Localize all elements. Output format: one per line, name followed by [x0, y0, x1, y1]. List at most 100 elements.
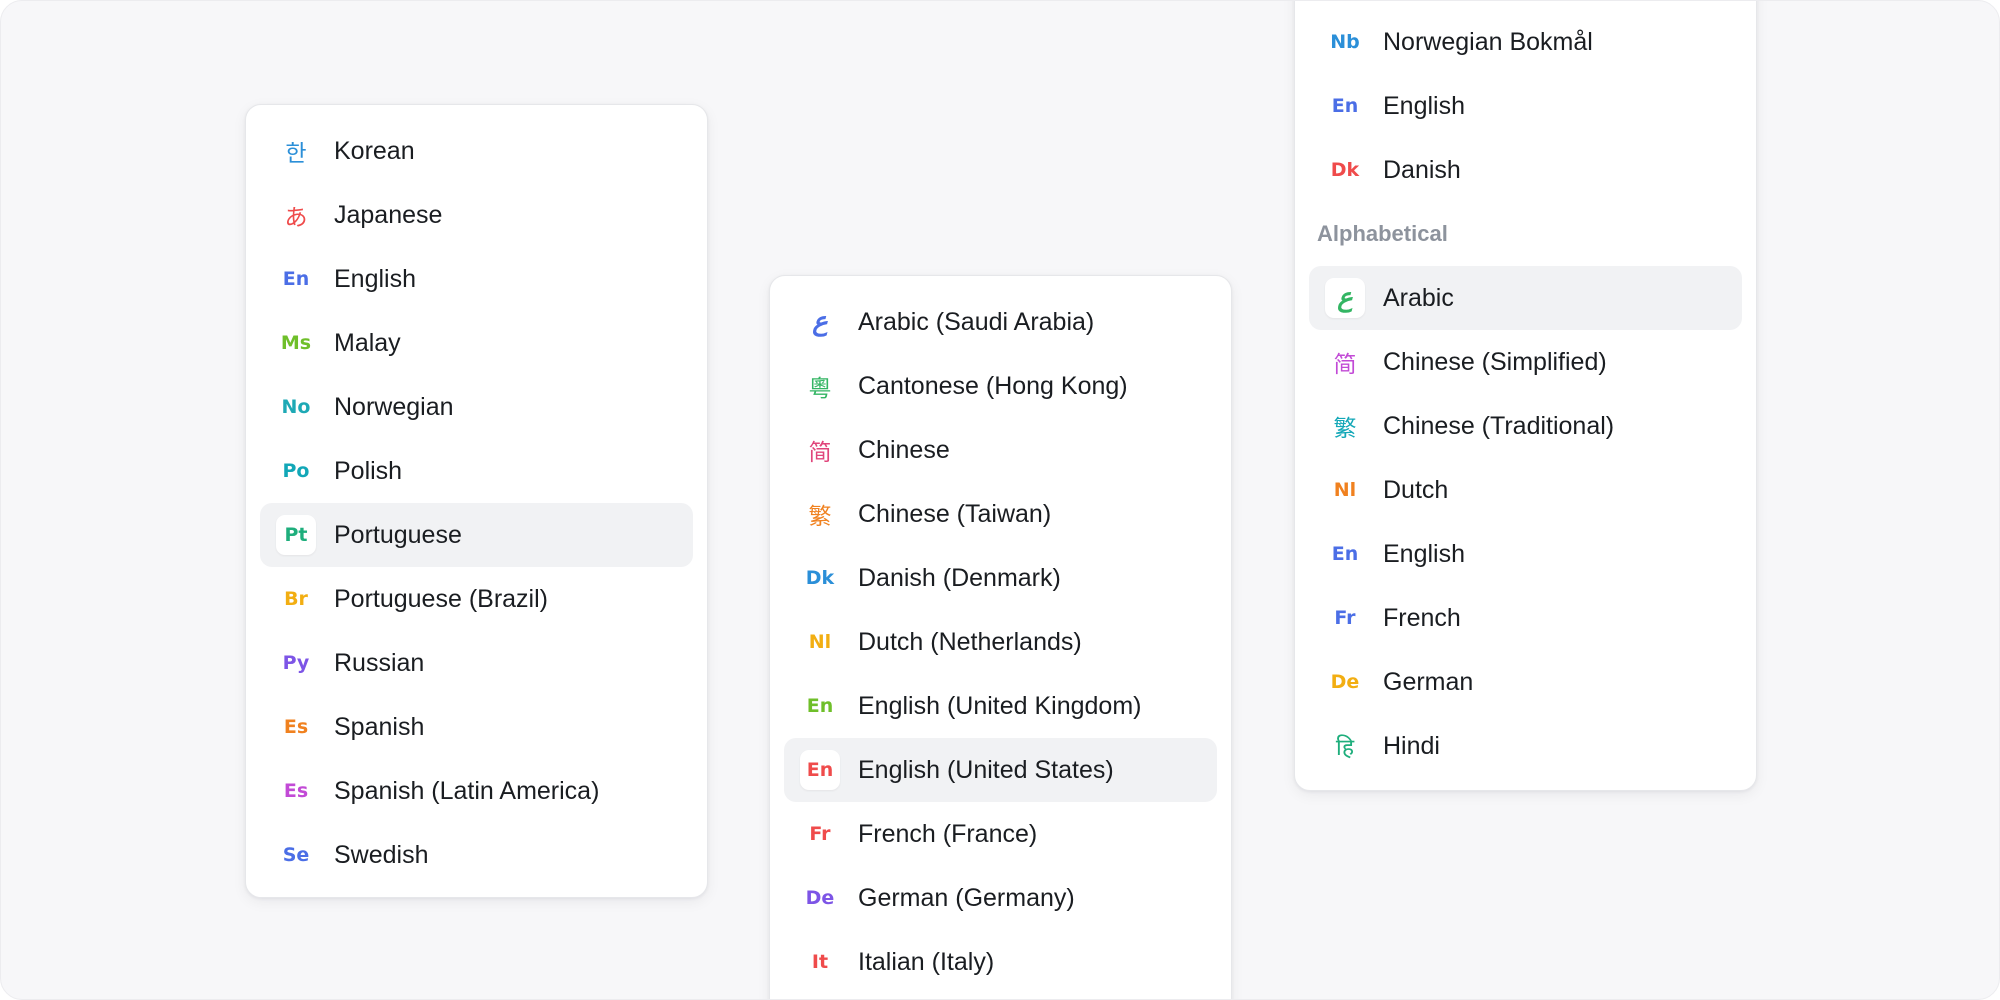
language-option[interactable]: Dk Danish (Denmark)	[784, 546, 1217, 610]
language-option[interactable]: Br Portuguese (Brazil)	[260, 567, 693, 631]
language-option[interactable]: Fr French (France)	[784, 802, 1217, 866]
en-code-icon: En	[800, 750, 840, 790]
language-list: 한 Korean あ Japanese En English Ms Malay No Norweg…	[260, 105, 693, 887]
nl-code-icon: Nl	[808, 631, 832, 653]
en-code-icon: En	[1331, 95, 1359, 117]
language-option[interactable]: Nb Norwegian Bokmål	[1309, 10, 1742, 74]
language-option[interactable]: En English (United States)	[784, 738, 1217, 802]
nb-code-icon: Nb	[1330, 31, 1360, 53]
language-option[interactable]: Se Swedish	[260, 823, 693, 887]
language-option-label: Norwegian	[334, 392, 454, 421]
language-option[interactable]: 简 Chinese (Simplified)	[1309, 330, 1742, 394]
language-option-label: Arabic (Saudi Arabia)	[858, 307, 1095, 336]
language-option[interactable]: Ms Malay	[260, 311, 693, 375]
language-dropdown-menu-1: 한 Korean あ Japanese En English Ms Malay No Norweg…	[245, 104, 708, 898]
language-option-label: Danish (Denmark)	[858, 563, 1061, 592]
language-option-label: French	[1383, 603, 1461, 632]
traditional-char-icon: 繁	[808, 504, 832, 530]
hiragana-icon: あ	[284, 205, 308, 231]
language-option[interactable]: Nl Dutch (Netherlands)	[784, 610, 1217, 674]
de-code-icon: De	[805, 887, 835, 909]
language-option[interactable]: हि Hindi	[1309, 714, 1742, 778]
language-option-label: Polish	[334, 456, 403, 485]
language-option[interactable]: ع Arabic (Saudi Arabia)	[784, 290, 1217, 354]
language-option-label: French (France)	[858, 819, 1038, 848]
language-option[interactable]: Nl Dutch	[1309, 458, 1742, 522]
en-code-icon: En	[806, 695, 834, 717]
language-option[interactable]: De German	[1309, 650, 1742, 714]
language-option-label: Spanish	[334, 712, 425, 741]
language-option-label: Chinese (Simplified)	[1383, 347, 1607, 376]
traditional-char-icon: 繁	[1333, 416, 1357, 442]
no-code-icon: No	[281, 396, 311, 418]
language-option[interactable]: En English	[1309, 522, 1742, 586]
language-option[interactable]: Pt Portuguese	[260, 503, 693, 567]
language-option-label: Dutch	[1383, 475, 1449, 504]
language-dropdown-menu-2: ع Arabic (Saudi Arabia) 粵 Cantonese (Hong K…	[769, 275, 1232, 999]
en-code-icon: En	[1331, 543, 1359, 565]
language-option[interactable]: En English	[1309, 74, 1742, 138]
simplified-char-icon: 简	[808, 440, 832, 466]
it-code-icon: It	[811, 951, 829, 973]
language-list-recent: Nb Norwegian Bokmål En English Dk Danish	[1309, 1, 1742, 202]
fr-code-icon: Fr	[1334, 607, 1356, 629]
de-code-icon: De	[1330, 671, 1360, 693]
es-code-icon: Es	[283, 780, 309, 802]
language-option-label: Cantonese (Hong Kong)	[858, 371, 1128, 400]
nl-code-icon: Nl	[1333, 479, 1357, 501]
canvas: 한 Korean あ Japanese En English Ms Malay No Norweg…	[0, 0, 2000, 1000]
hangul-icon: 한	[285, 141, 307, 167]
language-option-label: German (Germany)	[858, 883, 1075, 912]
language-option-label: English	[1383, 539, 1465, 568]
language-option-label: Dutch (Netherlands)	[858, 627, 1082, 656]
language-option-label: Chinese (Traditional)	[1383, 411, 1615, 440]
language-option-label: Norwegian Bokmål	[1383, 27, 1593, 56]
language-option-label: Hindi	[1383, 731, 1440, 760]
language-option[interactable]: Es Spanish (Latin America)	[260, 759, 693, 823]
language-option[interactable]: 한 Korean	[260, 119, 693, 183]
language-option[interactable]: It Italian (Italy)	[784, 930, 1217, 994]
language-option-label: Danish	[1383, 155, 1461, 184]
language-option-label: Spanish (Latin America)	[334, 776, 600, 805]
language-option[interactable]: 繁 Chinese (Traditional)	[1309, 394, 1742, 458]
language-option-label: English (United States)	[858, 755, 1114, 784]
language-option-label: English (United Kingdom)	[858, 691, 1142, 720]
language-option-label: Swedish	[334, 840, 429, 869]
language-option-label: Korean	[334, 136, 415, 165]
language-option[interactable]: 简 Chinese	[784, 418, 1217, 482]
language-option-label: Russian	[334, 648, 425, 677]
language-option[interactable]: En English (United Kingdom)	[784, 674, 1217, 738]
language-option[interactable]: 粵 Cantonese (Hong Kong)	[784, 354, 1217, 418]
en-code-icon: En	[282, 268, 310, 290]
dk-code-icon: Dk	[1330, 159, 1360, 181]
devanagari-hi-icon: हि	[1335, 735, 1355, 761]
language-option[interactable]: あ Japanese	[260, 183, 693, 247]
language-option[interactable]: Po Polish	[260, 439, 693, 503]
language-option-label: Chinese	[858, 435, 950, 464]
dk-code-icon: Dk	[805, 567, 835, 589]
language-option-label: Portuguese (Brazil)	[334, 584, 548, 613]
es-code-icon: Es	[283, 716, 309, 738]
language-option[interactable]: 繁 Chinese (Taiwan)	[784, 482, 1217, 546]
br-code-icon: Br	[284, 588, 308, 610]
language-option[interactable]: ع Arabic	[1309, 266, 1742, 330]
language-option-label: English	[1383, 91, 1465, 120]
language-option[interactable]: Dk Danish	[1309, 138, 1742, 202]
ms-code-icon: Ms	[280, 332, 312, 354]
language-option[interactable]: En English	[260, 247, 693, 311]
language-option[interactable]: Fr French	[1309, 586, 1742, 650]
fr-code-icon: Fr	[809, 823, 831, 845]
language-option-label: Japanese	[334, 200, 443, 229]
language-option[interactable]: Es Spanish	[260, 695, 693, 759]
language-option-label: Arabic	[1383, 283, 1454, 312]
language-option[interactable]: No Norwegian	[260, 375, 693, 439]
language-list: ع Arabic (Saudi Arabia) 粵 Cantonese (Hong K…	[784, 276, 1217, 994]
language-option-label: English	[334, 264, 416, 293]
arabic-ain-icon: ع	[812, 307, 828, 337]
language-option-label: German	[1383, 667, 1474, 696]
arabic-ain-icon: ع	[1325, 278, 1365, 318]
language-option[interactable]: Py Russian	[260, 631, 693, 695]
pt-code-icon: Pt	[276, 515, 316, 555]
language-option[interactable]: De German (Germany)	[784, 866, 1217, 930]
po-code-icon: Po	[282, 460, 310, 482]
